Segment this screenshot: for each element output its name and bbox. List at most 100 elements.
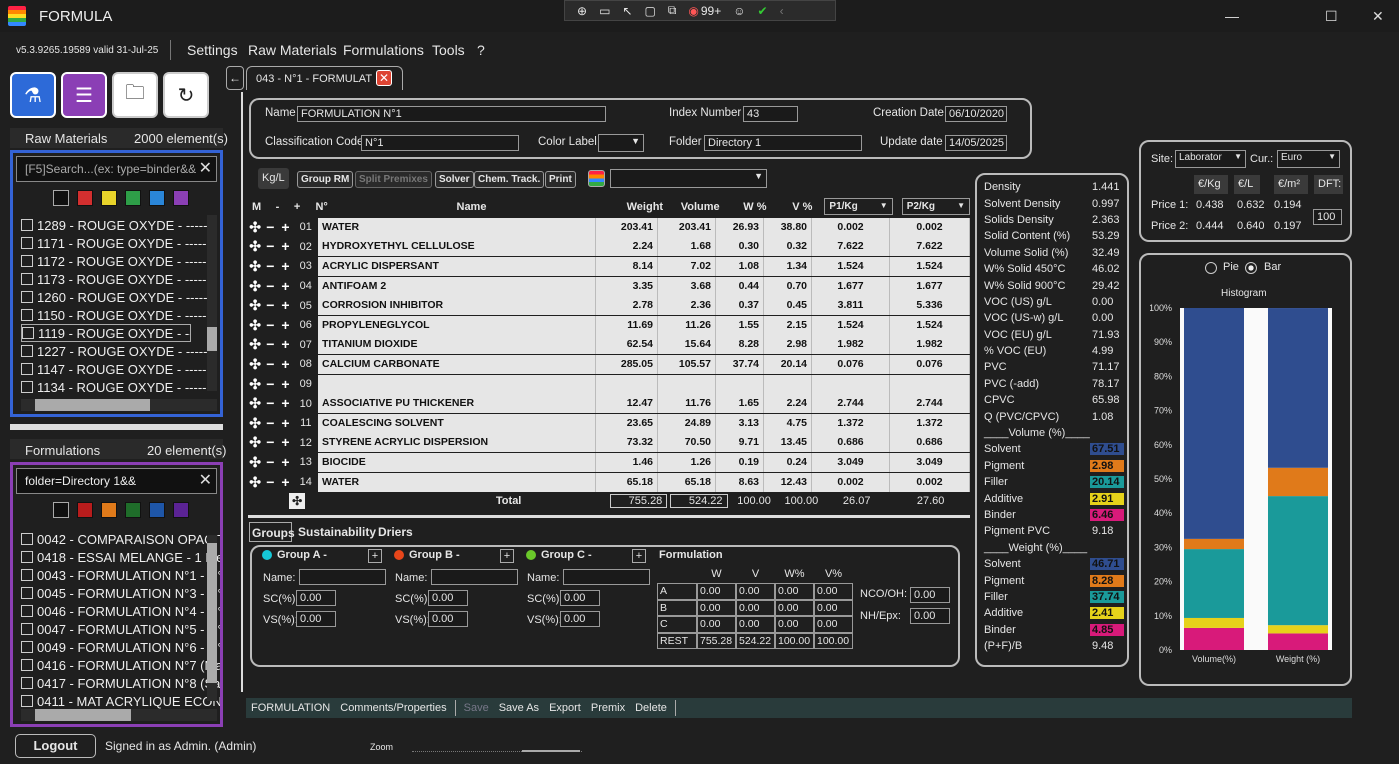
add-row-icon[interactable]: + [278, 374, 294, 394]
price1-cell[interactable]: 0.002 [812, 217, 890, 237]
price1-cell[interactable]: 1.982 [812, 335, 890, 355]
close-tab-icon[interactable]: ✕ [376, 70, 392, 86]
refresh-button[interactable]: ↻ [163, 72, 209, 118]
volume-cell[interactable]: 70.50 [658, 433, 716, 453]
scrollbar-thumb[interactable] [207, 327, 217, 351]
list-item[interactable]: 0042 - COMPARAISON OPACITE [21, 530, 220, 548]
add-row-icon[interactable]: + [278, 472, 294, 492]
frame-icon[interactable]: ▢ [644, 4, 655, 18]
vpct-cell[interactable]: 2.24 [764, 394, 812, 414]
checkbox[interactable] [22, 327, 34, 339]
table-row[interactable]: ✣ − +02 HYDROXYETHYL CELLULOSE 2.24 1.68 0.30 0… [248, 237, 970, 258]
wpct-cell[interactable]: 1.65 [716, 394, 764, 414]
wpct-cell[interactable]: 3.13 [716, 413, 764, 433]
export-button[interactable]: Export [544, 702, 586, 714]
list-item[interactable]: 1173 - ROUGE OXYDE - ------ [21, 270, 220, 288]
weight-cell[interactable]: 3.35 [596, 276, 658, 296]
zoom-slider[interactable] [412, 738, 582, 752]
price2-cell[interactable]: 0.686 [890, 433, 970, 453]
name-field[interactable]: FORMULATION N°1 [297, 106, 606, 122]
checkbox[interactable] [21, 695, 33, 707]
list-item[interactable]: 0047 - FORMULATION N°5 - N°5 [21, 620, 220, 638]
volume-cell[interactable]: 2.36 [658, 296, 716, 316]
menu-tools[interactable]: Tools [432, 42, 465, 58]
remove-row-icon[interactable]: − [263, 472, 279, 492]
currency-select[interactable]: Euro ▼ [1277, 150, 1340, 168]
clear-search-icon[interactable]: ✕ [199, 158, 212, 178]
remove-row-icon[interactable]: − [263, 354, 279, 374]
chem-track-button[interactable]: Chem. Track. [474, 171, 545, 188]
price1-cell[interactable]: 7.622 [812, 237, 890, 257]
volume-cell[interactable]: 11.26 [658, 315, 716, 335]
checkbox[interactable] [21, 551, 33, 563]
group-name-field[interactable] [431, 569, 518, 585]
name-cell[interactable]: ASSOCIATIVE PU THICKENER [318, 394, 596, 414]
remove-row-icon[interactable]: − [263, 237, 279, 257]
list-item[interactable]: 1172 - ROUGE OXYDE - ------ [21, 252, 220, 270]
weight-cell[interactable]: 11.69 [596, 315, 658, 335]
price1-cell[interactable]: 1.524 [812, 315, 890, 335]
add-row-icon[interactable]: + [278, 394, 294, 414]
add-to-group-icon[interactable]: + [368, 549, 382, 563]
vpct-cell[interactable]: 1.34 [764, 256, 812, 276]
list-item[interactable]: 1134 - ROUGE OXYDE - ------ [21, 378, 220, 396]
checkbox[interactable] [21, 605, 33, 617]
hscrollbar-thumb[interactable] [35, 709, 131, 721]
wpct-cell[interactable]: 1.55 [716, 315, 764, 335]
wpct-cell[interactable]: 37.74 [716, 354, 764, 374]
remove-row-icon[interactable]: − [263, 374, 279, 394]
price1-cell[interactable] [812, 374, 890, 394]
list-item[interactable]: 1150 - ROUGE OXYDE - ------ [21, 306, 220, 324]
price2-cell[interactable]: 1.524 [890, 315, 970, 335]
raw-materials-scrollbar[interactable] [207, 215, 217, 391]
color-filter-swatch[interactable] [101, 502, 117, 518]
price1-cell[interactable]: 2.744 [812, 394, 890, 414]
table-row[interactable]: ✣ − +05 CORROSION INHIBITOR 2.78 2.36 0.37 0.45… [248, 296, 970, 316]
save-button[interactable]: Save [459, 702, 494, 714]
per-kg-header[interactable]: €/Kg [1194, 175, 1228, 194]
list-item[interactable]: 0046 - FORMULATION N°4 - N°4 [21, 602, 220, 620]
menu-help[interactable]: ? [477, 42, 485, 58]
checkbox[interactable] [21, 219, 33, 231]
add-row-icon[interactable]: + [278, 433, 294, 453]
add-row-icon[interactable]: + [278, 452, 294, 472]
price2-cell[interactable]: 7.622 [890, 237, 970, 257]
checkbox[interactable] [21, 677, 33, 689]
tab-driers[interactable]: Driers [378, 525, 413, 539]
weight-cell[interactable]: 2.78 [596, 296, 658, 316]
list-item[interactable]: 0045 - FORMULATION N°3 - N°3 [21, 584, 220, 602]
logout-button[interactable]: Logout [15, 734, 96, 758]
creation-date-field[interactable]: 06/10/2020 [945, 106, 1007, 122]
add-row-icon[interactable]: + [278, 296, 294, 316]
volume-cell[interactable]: 11.76 [658, 394, 716, 414]
name-cell[interactable]: PROPYLENEGLYCOL [318, 315, 596, 335]
remove-row-icon[interactable]: − [263, 276, 279, 296]
wpct-cell[interactable]: 1.08 [716, 256, 764, 276]
price2-cell[interactable]: 1.372 [890, 413, 970, 433]
remove-row-icon[interactable]: − [263, 335, 279, 355]
remove-row-icon[interactable]: − [263, 217, 279, 237]
name-cell[interactable]: ANTIFOAM 2 [318, 276, 596, 296]
raw-materials-button[interactable]: ⚗ [10, 72, 56, 118]
list-item[interactable]: 1171 - ROUGE OXYDE - ------ [21, 234, 220, 252]
remove-row-icon[interactable]: − [263, 256, 279, 276]
per-l-header[interactable]: €/L [1234, 175, 1260, 194]
volume-cell[interactable] [658, 374, 716, 394]
move-icon[interactable]: ✣ [248, 256, 264, 276]
add-row-icon[interactable]: + [278, 256, 294, 276]
group-vs-field[interactable]: 0.00 [428, 611, 468, 627]
table-row[interactable]: ✣ − +10 ASSOCIATIVE PU THICKENER 12.47 11.76 1… [248, 394, 970, 414]
list-item[interactable]: 0049 - FORMULATION N°6 - N°6 [21, 638, 220, 656]
per-m2-header[interactable]: €/m² [1274, 175, 1308, 194]
color-filter-swatch[interactable] [125, 502, 141, 518]
table-row[interactable]: ✣ − +03 ACRYLIC DISPERSANT 8.14 7.02 1.08 1.34 1… [248, 256, 970, 277]
move-icon[interactable]: ✣ [248, 296, 264, 316]
vpct-cell[interactable]: 38.80 [764, 217, 812, 237]
palette-icon[interactable] [588, 170, 605, 187]
table-row[interactable]: ✣ − +11 COALESCING SOLVENT 23.65 24.89 3.13 4.7… [248, 413, 970, 434]
delete-button[interactable]: Delete [630, 702, 672, 714]
move-icon[interactable]: ✣ [248, 374, 264, 394]
checkbox[interactable] [21, 623, 33, 635]
vpct-cell[interactable]: 2.15 [764, 315, 812, 335]
price1-cell[interactable]: 1.677 [812, 276, 890, 296]
